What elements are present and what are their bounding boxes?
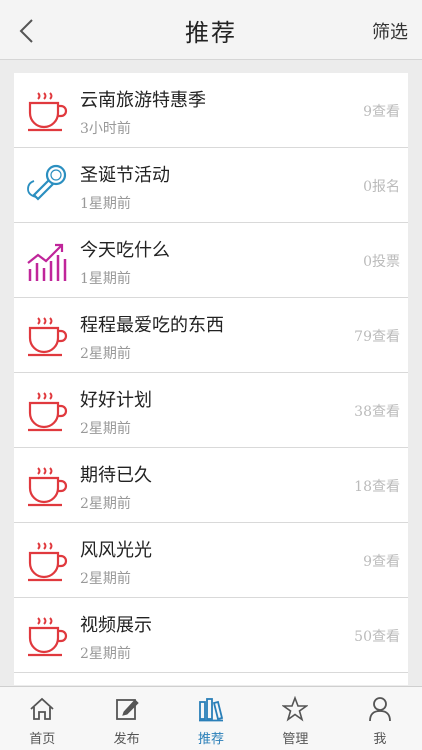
coffee-cup-icon (28, 317, 68, 357)
list-item[interactable]: 好好计划 2星期前 38查看 (14, 373, 408, 448)
item-count: 9查看 (363, 104, 400, 120)
tab-label: 发布 (113, 732, 140, 747)
item-time: 1星期前 (80, 271, 131, 287)
recommend-list[interactable]: 云南旅游特惠季 3小时前 9查看 圣诞节活动 1星期前 0报名 今天吃什么 1星… (14, 73, 408, 685)
item-title: 风风光光 (80, 540, 152, 561)
list-item[interactable]: 圣诞节活动 1星期前 0报名 (14, 148, 408, 223)
bottom-tab-bar: 首页 发布 推荐 管理 我 (0, 686, 422, 750)
tab-me[interactable]: 我 (338, 687, 422, 750)
tab-recommend[interactable]: 推荐 (169, 687, 253, 750)
user-icon (368, 697, 391, 722)
item-count: 38查看 (354, 404, 400, 420)
tab-label: 推荐 (198, 732, 225, 747)
star-icon (282, 696, 309, 722)
tab-publish[interactable]: 发布 (84, 687, 168, 750)
item-time: 1星期前 (80, 196, 131, 212)
item-count: 0报名 (363, 179, 400, 195)
item-count: 79查看 (354, 329, 400, 345)
list-item[interactable]: 云南旅游特惠季 3小时前 9查看 (14, 73, 408, 148)
item-time: 2星期前 (80, 496, 131, 512)
list-item[interactable]: 今天吃什么 1星期前 0投票 (14, 223, 408, 298)
coffee-cup-icon (28, 92, 68, 132)
tab-home[interactable]: 首页 (0, 687, 84, 750)
microphone-icon (27, 164, 67, 201)
nav-header: 推荐 筛选 (0, 0, 422, 60)
list-item[interactable]: 程程最爱吃的东西 2星期前 79查看 (14, 298, 408, 373)
item-time: 3小时前 (80, 121, 131, 137)
home-icon (30, 697, 54, 720)
item-time: 2星期前 (80, 646, 131, 662)
tab-label: 我 (373, 732, 387, 747)
item-count: 9查看 (363, 554, 400, 570)
page-title: 推荐 (185, 19, 237, 47)
item-count: 50查看 (354, 629, 400, 645)
item-count: 18查看 (354, 479, 400, 495)
filter-button[interactable]: 筛选 (372, 18, 408, 44)
item-title: 期待已久 (80, 465, 152, 486)
item-time: 2星期前 (80, 346, 131, 362)
item-time: 2星期前 (80, 571, 131, 587)
tab-label: 管理 (282, 732, 309, 747)
books-icon (199, 698, 224, 722)
list-item[interactable]: 期待已久 2星期前 18查看 (14, 448, 408, 523)
edit-icon (115, 699, 139, 720)
coffee-cup-icon (28, 467, 68, 507)
bar-chart-trend-icon (27, 243, 67, 281)
item-count: 0投票 (363, 254, 400, 270)
item-time: 2星期前 (80, 421, 131, 437)
coffee-cup-icon (28, 542, 68, 582)
list-item[interactable]: 风风光光 2星期前 9查看 (14, 523, 408, 598)
item-title: 云南旅游特惠季 (80, 90, 206, 111)
item-title: 圣诞节活动 (80, 165, 170, 186)
coffee-cup-icon (28, 392, 68, 432)
tab-label: 首页 (29, 732, 56, 747)
tab-manage[interactable]: 管理 (253, 687, 337, 750)
item-title: 程程最爱吃的东西 (80, 315, 224, 336)
item-title: 今天吃什么 (80, 240, 170, 261)
coffee-cup-icon (28, 617, 68, 657)
item-title: 视频展示 (80, 615, 152, 636)
app-screen: 推荐 筛选 云南旅游特惠季 3小时前 9查看 圣诞节活动 1星期前 0报名 今天… (0, 0, 422, 750)
list-item[interactable]: 视频展示 2星期前 50查看 (14, 598, 408, 673)
item-title: 好好计划 (80, 390, 152, 411)
